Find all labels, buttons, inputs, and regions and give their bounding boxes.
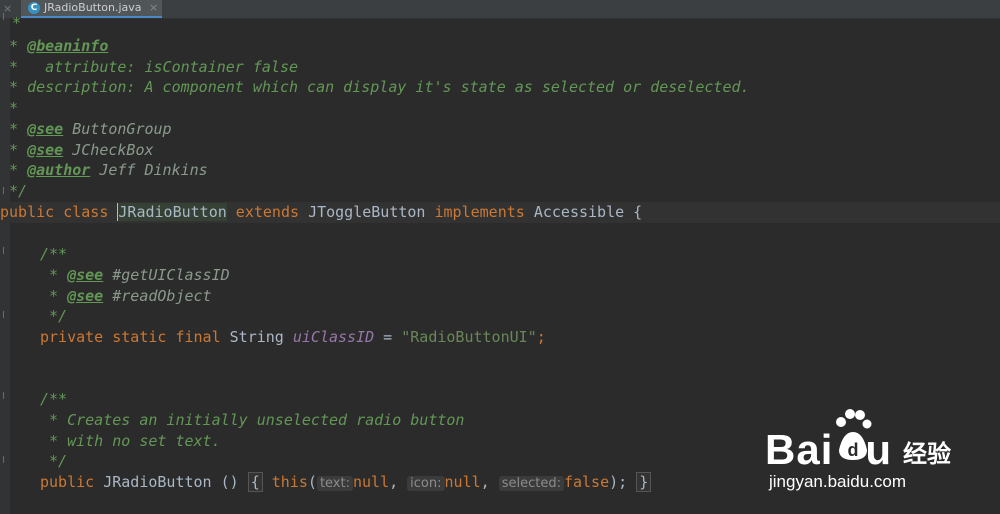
code-line: * @see ButtonGroup [0,120,172,138]
javadoc-tag: @see [27,120,64,138]
svg-text:d: d [848,440,859,460]
watermark-title: 经验 [903,441,951,468]
code-line: * @see #readObject [40,287,212,305]
fold-marker-icon[interactable] [3,247,7,254]
parameter-hint: icon: [407,476,445,491]
code-line: * [12,14,22,32]
paw-icon: d [836,409,872,460]
constructor-name: JRadioButton [103,473,212,491]
tab-jradiobutton-java[interactable]: C JRadioButton.java × [21,0,162,18]
code-line: * @see #getUIClassID [40,266,230,284]
fold-marker-icon[interactable] [3,456,7,463]
folded-region[interactable]: { [247,472,263,492]
parameter-hint: selected: [498,476,564,491]
code-line: */ [40,452,68,470]
code-line: * [0,99,19,117]
code-line: * Creates an initially unselected radio … [40,411,465,429]
class-name: JRadioButton [117,203,227,221]
folded-region[interactable]: } [636,472,652,492]
code-line: public class JRadioButton extends JToggl… [0,203,643,221]
code-line: * with no set text. [40,432,221,450]
code-line: private static final String uiClassID = … [40,328,546,346]
javadoc-tag: @see [67,266,104,284]
javadoc-tag: @see [67,287,104,305]
code-line: * attribute: isContainer false [0,58,299,76]
code-line: * description: A component which can dis… [0,78,750,96]
fold-marker-icon[interactable] [3,392,7,399]
javadoc-tag: @see [27,141,64,159]
javadoc-tag: @author [27,161,91,179]
editor-tab-bar: × C JRadioButton.java × [0,0,1000,19]
tab-label: JRadioButton.java [44,1,142,14]
code-line: public JRadioButton () { this(text: null,… [40,472,652,493]
code-line: */ [0,182,28,200]
parameter-hint: text: [316,476,353,491]
code-line: * @beaninfo [0,37,109,55]
code-line: * @author Jeff Dinkins [0,161,208,179]
fold-marker-icon[interactable] [3,13,7,20]
fold-marker-icon[interactable] [3,311,7,318]
baidu-jingyan-watermark: Bai u d 经验 jingyan.baidu.com [765,406,985,496]
javadoc-tag: @beaninfo [27,37,109,55]
code-line: /** [40,245,68,263]
code-line: * @see JCheckBox [0,141,154,159]
code-line: */ [40,307,68,325]
java-class-icon: C [28,2,40,14]
watermark-url: jingyan.baidu.com [769,472,907,491]
code-line: /** [40,390,68,408]
tab-close-icon[interactable]: × [149,1,158,15]
